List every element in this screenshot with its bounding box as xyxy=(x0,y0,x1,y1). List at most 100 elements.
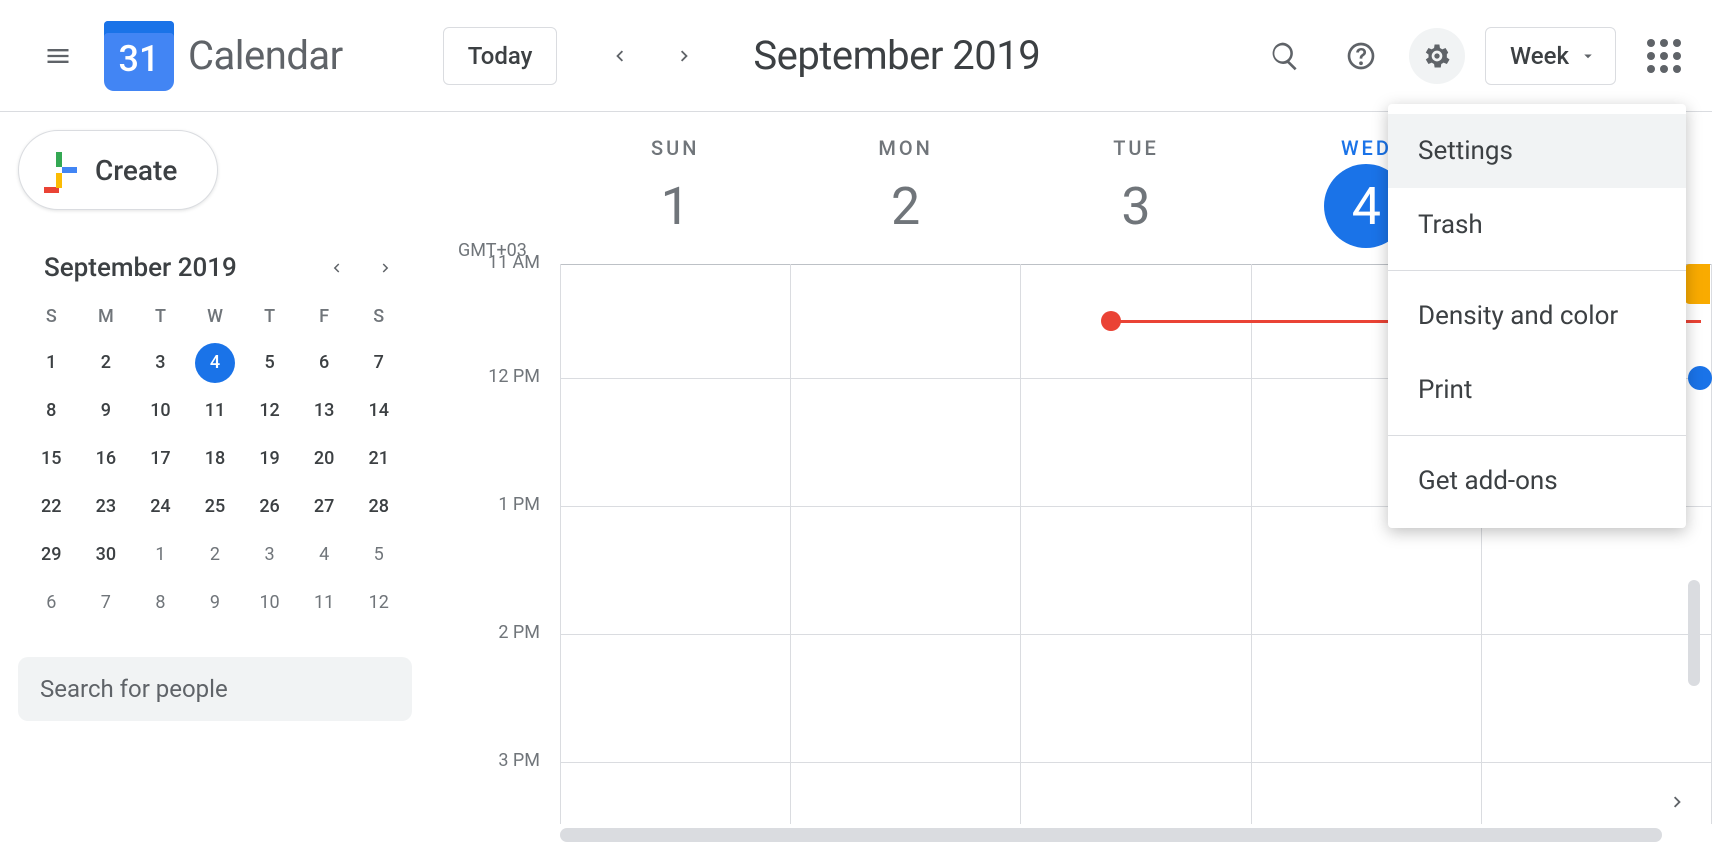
plus-icon xyxy=(41,152,77,188)
mini-day[interactable]: 26 xyxy=(242,487,297,527)
mini-day[interactable]: 6 xyxy=(24,583,79,623)
mini-day[interactable]: 15 xyxy=(24,439,79,479)
people-search-input[interactable]: Search for people xyxy=(18,657,412,721)
mini-day[interactable]: 4 xyxy=(188,343,243,383)
mini-day[interactable]: 10 xyxy=(133,391,188,431)
settings-menu-addons[interactable]: Get add-ons xyxy=(1388,444,1686,518)
mini-day[interactable]: 12 xyxy=(351,583,406,623)
mini-calendar: September 2019 SMTWTFS123456789101112131… xyxy=(18,252,412,623)
mini-day[interactable]: 3 xyxy=(133,343,188,383)
vertical-scrollbar-thumb[interactable] xyxy=(1688,580,1700,686)
time-label: 12 PM xyxy=(440,366,540,387)
main-menu-button[interactable] xyxy=(34,32,82,80)
mini-day[interactable]: 29 xyxy=(24,535,79,575)
view-switcher[interactable]: Week xyxy=(1485,27,1616,85)
event-done-badge[interactable] xyxy=(1688,366,1712,390)
mini-day[interactable]: 30 xyxy=(79,535,134,575)
mini-day[interactable]: 1 xyxy=(24,343,79,383)
mini-day[interactable]: 9 xyxy=(188,583,243,623)
settings-menu: Settings Trash Density and color Print G… xyxy=(1388,104,1686,528)
next-period-button[interactable] xyxy=(663,34,707,78)
chevron-left-icon xyxy=(608,45,630,67)
settings-button[interactable] xyxy=(1409,28,1465,84)
google-apps-button[interactable] xyxy=(1636,28,1692,84)
help-button[interactable] xyxy=(1333,28,1389,84)
mini-day[interactable]: 25 xyxy=(188,487,243,527)
settings-menu-density[interactable]: Density and color xyxy=(1388,279,1686,353)
mini-day[interactable]: 28 xyxy=(351,487,406,527)
day-column[interactable] xyxy=(560,264,791,824)
day-header[interactable]: TUE3 xyxy=(1021,112,1251,264)
mini-day[interactable]: 27 xyxy=(297,487,352,527)
mini-day[interactable]: 1 xyxy=(133,535,188,575)
mini-day[interactable]: 22 xyxy=(24,487,79,527)
apps-grid-icon xyxy=(1647,39,1681,73)
mini-day[interactable]: 9 xyxy=(79,391,134,431)
day-header[interactable]: SUN 1 xyxy=(560,112,790,264)
mini-day[interactable]: 4 xyxy=(297,535,352,575)
mini-day[interactable]: 5 xyxy=(351,535,406,575)
mini-day[interactable]: 13 xyxy=(297,391,352,431)
mini-day[interactable]: 7 xyxy=(79,583,134,623)
mini-day[interactable]: 2 xyxy=(188,535,243,575)
mini-day[interactable]: 23 xyxy=(79,487,134,527)
day-header-num: 1 xyxy=(560,164,790,248)
mini-day[interactable]: 16 xyxy=(79,439,134,479)
mini-day[interactable]: 10 xyxy=(242,583,297,623)
day-column[interactable] xyxy=(1021,264,1251,824)
mini-dow: M xyxy=(79,298,134,335)
settings-menu-settings[interactable]: Settings xyxy=(1388,114,1686,188)
mini-day[interactable]: 20 xyxy=(297,439,352,479)
day-header[interactable]: MON2 xyxy=(790,112,1020,264)
caret-down-icon xyxy=(1579,47,1597,65)
mini-day[interactable]: 24 xyxy=(133,487,188,527)
current-date-range: September 2019 xyxy=(753,32,1040,79)
help-icon xyxy=(1345,40,1377,72)
app-logo[interactable]: 31 Calendar xyxy=(104,21,343,91)
today-button[interactable]: Today xyxy=(443,27,558,85)
create-button[interactable]: Create xyxy=(18,130,218,210)
scroll-right-button[interactable] xyxy=(1660,784,1696,820)
time-label: 11 AM xyxy=(440,252,540,273)
sidebar: Create September 2019 SMTWTFS12345678910… xyxy=(0,112,440,848)
day-column[interactable] xyxy=(791,264,1021,824)
header: 31 Calendar Today September 2019 Week xyxy=(0,0,1712,112)
mini-prev-month-button[interactable] xyxy=(320,252,352,284)
mini-next-month-button[interactable] xyxy=(370,252,402,284)
mini-day[interactable]: 12 xyxy=(242,391,297,431)
mini-day[interactable]: 17 xyxy=(133,439,188,479)
app-title: Calendar xyxy=(188,32,343,79)
mini-day[interactable]: 21 xyxy=(351,439,406,479)
mini-dow: T xyxy=(133,298,188,335)
horizontal-scrollbar[interactable] xyxy=(560,828,1662,842)
mini-day[interactable]: 14 xyxy=(351,391,406,431)
mini-calendar-title: September 2019 xyxy=(24,253,237,283)
day-header-num: 3 xyxy=(1021,164,1251,248)
menu-divider xyxy=(1388,435,1686,436)
mini-day[interactable]: 7 xyxy=(351,343,406,383)
search-button[interactable] xyxy=(1257,28,1313,84)
calendar-logo-icon: 31 xyxy=(104,21,174,91)
mini-day[interactable]: 6 xyxy=(297,343,352,383)
settings-menu-trash[interactable]: Trash xyxy=(1388,188,1686,262)
time-label: 1 PM xyxy=(440,494,540,515)
mini-day[interactable]: 8 xyxy=(133,583,188,623)
tasks-side-badge[interactable] xyxy=(1684,264,1710,304)
mini-day[interactable]: 11 xyxy=(188,391,243,431)
mini-day[interactable]: 11 xyxy=(297,583,352,623)
mini-day[interactable]: 2 xyxy=(79,343,134,383)
mini-day[interactable]: 19 xyxy=(242,439,297,479)
mini-day[interactable]: 18 xyxy=(188,439,243,479)
view-switcher-label: Week xyxy=(1510,42,1569,70)
mini-day[interactable]: 3 xyxy=(242,535,297,575)
time-label: 2 PM xyxy=(440,622,540,643)
day-header-num: 2 xyxy=(790,164,1020,248)
settings-menu-print[interactable]: Print xyxy=(1388,353,1686,427)
chevron-right-icon xyxy=(674,45,696,67)
create-button-label: Create xyxy=(95,154,177,187)
mini-day[interactable]: 8 xyxy=(24,391,79,431)
prev-period-button[interactable] xyxy=(597,34,641,78)
day-header-dow: SUN xyxy=(560,136,790,160)
mini-dow: S xyxy=(351,298,406,335)
mini-day[interactable]: 5 xyxy=(242,343,297,383)
